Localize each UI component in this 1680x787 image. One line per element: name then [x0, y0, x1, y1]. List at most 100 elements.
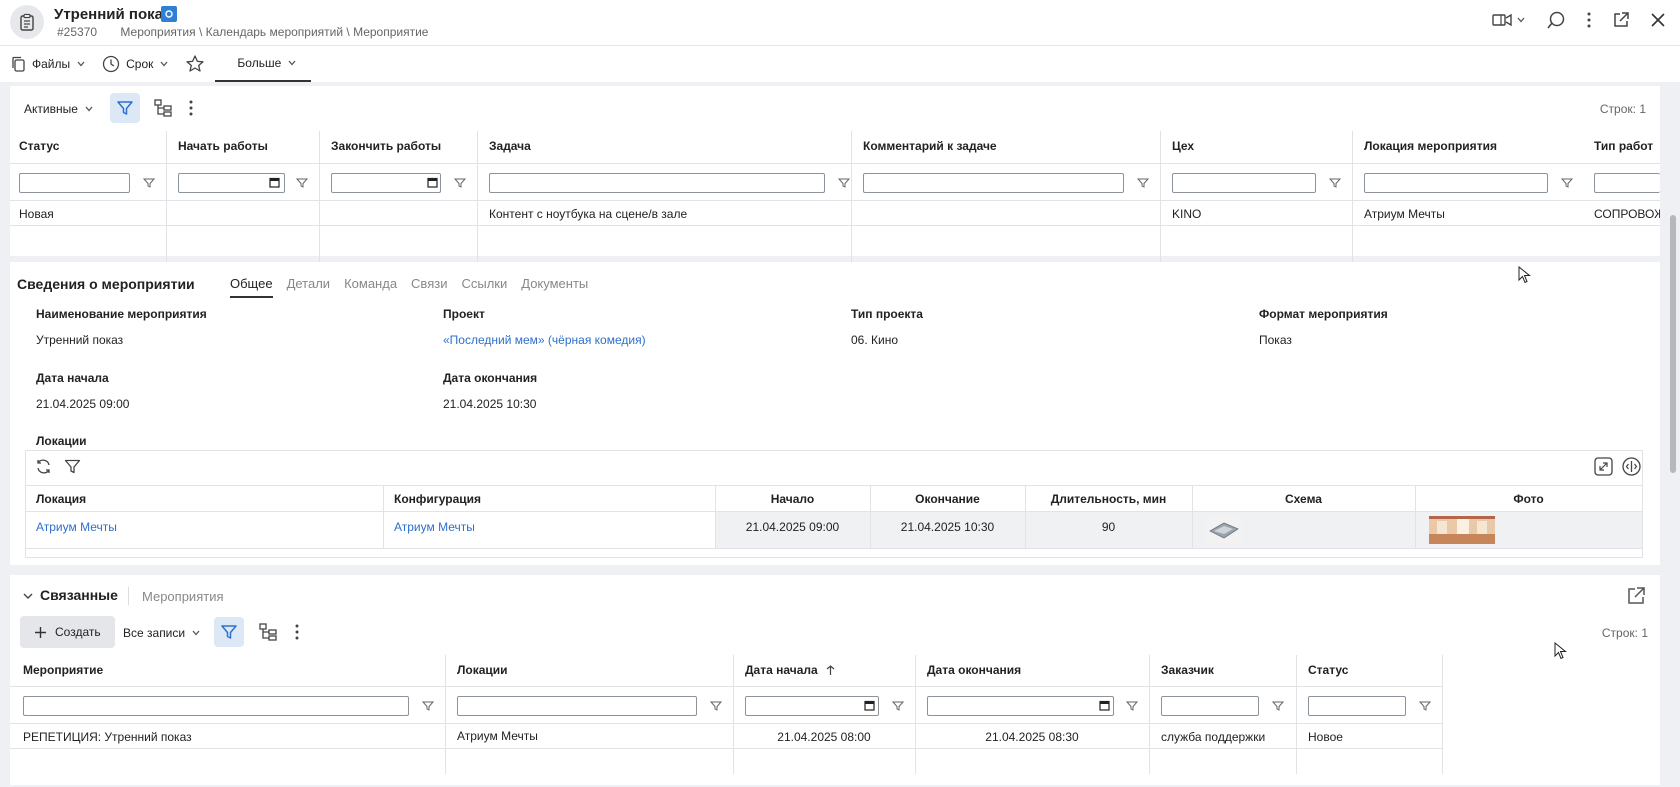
filter-status-input[interactable]: [1308, 696, 1406, 716]
filter-toggle[interactable]: [214, 617, 244, 647]
calendar-icon[interactable]: [864, 700, 875, 711]
col-task[interactable]: Задача: [489, 139, 531, 153]
col-end-work[interactable]: Закончить работы: [331, 139, 441, 153]
tab-refs[interactable]: Ссылки: [461, 276, 507, 298]
configuration-link[interactable]: Атриум Мечты: [394, 520, 475, 534]
cell-end: 21.04.2025 10:30: [900, 520, 995, 534]
clipboard-icon[interactable]: [10, 5, 44, 39]
window-header: Утренний показ #25370 Мероприятия \ Кале…: [0, 0, 1680, 46]
scheme-thumbnail[interactable]: [1206, 517, 1242, 543]
col-start[interactable]: Начало: [715, 492, 870, 506]
filter-task-input[interactable]: [489, 173, 825, 193]
filter-icon[interactable]: [838, 177, 850, 189]
more-vertical-icon[interactable]: [294, 623, 300, 641]
col-work-type[interactable]: Тип работ: [1594, 139, 1653, 153]
chevron-down-icon: [85, 106, 93, 112]
col-start-work[interactable]: Начать работы: [178, 139, 268, 153]
col-end-date[interactable]: Дата окончания: [927, 663, 1021, 677]
col-scheme[interactable]: Схема: [1192, 492, 1415, 506]
col-workshop[interactable]: Цех: [1172, 139, 1194, 153]
col-customer[interactable]: Заказчик: [1161, 663, 1214, 677]
open-external-icon[interactable]: [1612, 11, 1630, 29]
record-id: #25370: [57, 25, 98, 39]
filter-end-date-input[interactable]: [927, 696, 1114, 716]
filter-end-work-input[interactable]: [331, 173, 441, 193]
filter-comment-input[interactable]: [863, 173, 1124, 193]
filter-icon[interactable]: [892, 700, 904, 712]
more-vertical-icon[interactable]: [1586, 11, 1592, 29]
filter-icon[interactable]: [710, 700, 722, 712]
sync-icon[interactable]: [161, 6, 177, 22]
cell-workshop: KINO: [1172, 207, 1202, 221]
tab-team[interactable]: Команда: [344, 276, 397, 298]
calendar-icon[interactable]: [1099, 700, 1110, 711]
scrollbar-thumb[interactable]: [1670, 215, 1676, 473]
create-button[interactable]: Создать: [20, 616, 115, 648]
filter-icon[interactable]: [454, 177, 466, 189]
files-menu[interactable]: Файлы: [10, 46, 96, 82]
filter-work-type-input[interactable]: [1594, 173, 1660, 193]
tab-details[interactable]: Детали: [287, 276, 331, 298]
col-event-location[interactable]: Локация мероприятия: [1364, 139, 1497, 153]
filter-status-input[interactable]: [19, 173, 130, 193]
col-task-comment[interactable]: Комментарий к задаче: [863, 139, 997, 153]
filter-icon[interactable]: [1561, 177, 1573, 189]
tab-links[interactable]: Связи: [411, 276, 447, 298]
records-selector[interactable]: Все записи: [123, 626, 201, 640]
cell-status: Новое: [1308, 730, 1343, 744]
filter-location-input[interactable]: [1364, 173, 1548, 193]
col-configuration[interactable]: Конфигурация: [394, 492, 481, 506]
tab-documents[interactable]: Документы: [521, 276, 588, 298]
collapse-chevron-icon[interactable]: [22, 590, 34, 602]
tree-view-icon[interactable]: [153, 98, 173, 118]
video-call-icon[interactable]: [1492, 13, 1526, 27]
filter-start-date-input[interactable]: [745, 696, 879, 716]
columns-toggle-icon[interactable]: [1622, 457, 1641, 476]
calendar-icon[interactable]: [427, 177, 438, 188]
view-selector[interactable]: Активные: [24, 102, 94, 116]
filter-icon[interactable]: [296, 177, 308, 189]
project-link[interactable]: «Последний мем» (чёрная комедия): [443, 333, 646, 347]
col-start-date[interactable]: Дата начала: [745, 663, 835, 677]
close-icon[interactable]: [1650, 12, 1666, 28]
tree-view-icon[interactable]: [258, 622, 278, 642]
favorite-button[interactable]: [179, 46, 215, 82]
filter-icon[interactable]: [1329, 177, 1341, 189]
filter-icon[interactable]: [422, 700, 434, 712]
filter-icon[interactable]: [1419, 700, 1431, 712]
filter-icon[interactable]: [64, 458, 81, 475]
location-link[interactable]: Атриум Мечты: [36, 520, 117, 534]
deadline-menu[interactable]: Срок: [96, 46, 179, 82]
breadcrumb-path[interactable]: Мероприятия \ Календарь мероприятий \ Ме…: [120, 25, 428, 39]
photo-thumbnail[interactable]: [1429, 516, 1495, 544]
filter-icon[interactable]: [143, 177, 155, 189]
col-location[interactable]: Локация: [36, 492, 86, 506]
refresh-icon[interactable]: [35, 458, 52, 475]
chat-search-icon[interactable]: [1546, 10, 1566, 30]
more-vertical-icon[interactable]: [188, 99, 194, 117]
filter-event-input[interactable]: [23, 696, 409, 716]
cell-event: РЕПЕТИЦИЯ: Утренний показ: [23, 730, 192, 744]
filter-icon[interactable]: [1272, 700, 1284, 712]
col-status[interactable]: Статус: [19, 139, 59, 153]
end-date-value: 21.04.2025 10:30: [443, 397, 537, 411]
col-end[interactable]: Окончание: [870, 492, 1025, 506]
open-external-icon[interactable]: [1626, 586, 1646, 606]
filter-icon[interactable]: [1137, 177, 1149, 189]
filter-workshop-input[interactable]: [1172, 173, 1316, 193]
calendar-icon[interactable]: [269, 177, 280, 188]
tab-general[interactable]: Общее: [230, 276, 273, 298]
col-start-date-label: Дата начала: [745, 663, 818, 677]
view-label: Активные: [24, 102, 78, 116]
col-status[interactable]: Статус: [1308, 663, 1348, 677]
col-photo[interactable]: Фото: [1415, 492, 1642, 506]
filter-toggle[interactable]: [110, 93, 140, 123]
filter-icon[interactable]: [1126, 700, 1138, 712]
expand-icon[interactable]: [1594, 457, 1613, 476]
col-locations[interactable]: Локации: [457, 663, 508, 677]
filter-locations-input[interactable]: [457, 696, 697, 716]
col-duration[interactable]: Длительность, мин: [1025, 492, 1192, 506]
col-event[interactable]: Мероприятие: [23, 663, 103, 677]
filter-customer-input[interactable]: [1161, 696, 1259, 716]
more-menu[interactable]: Больше: [215, 46, 312, 82]
